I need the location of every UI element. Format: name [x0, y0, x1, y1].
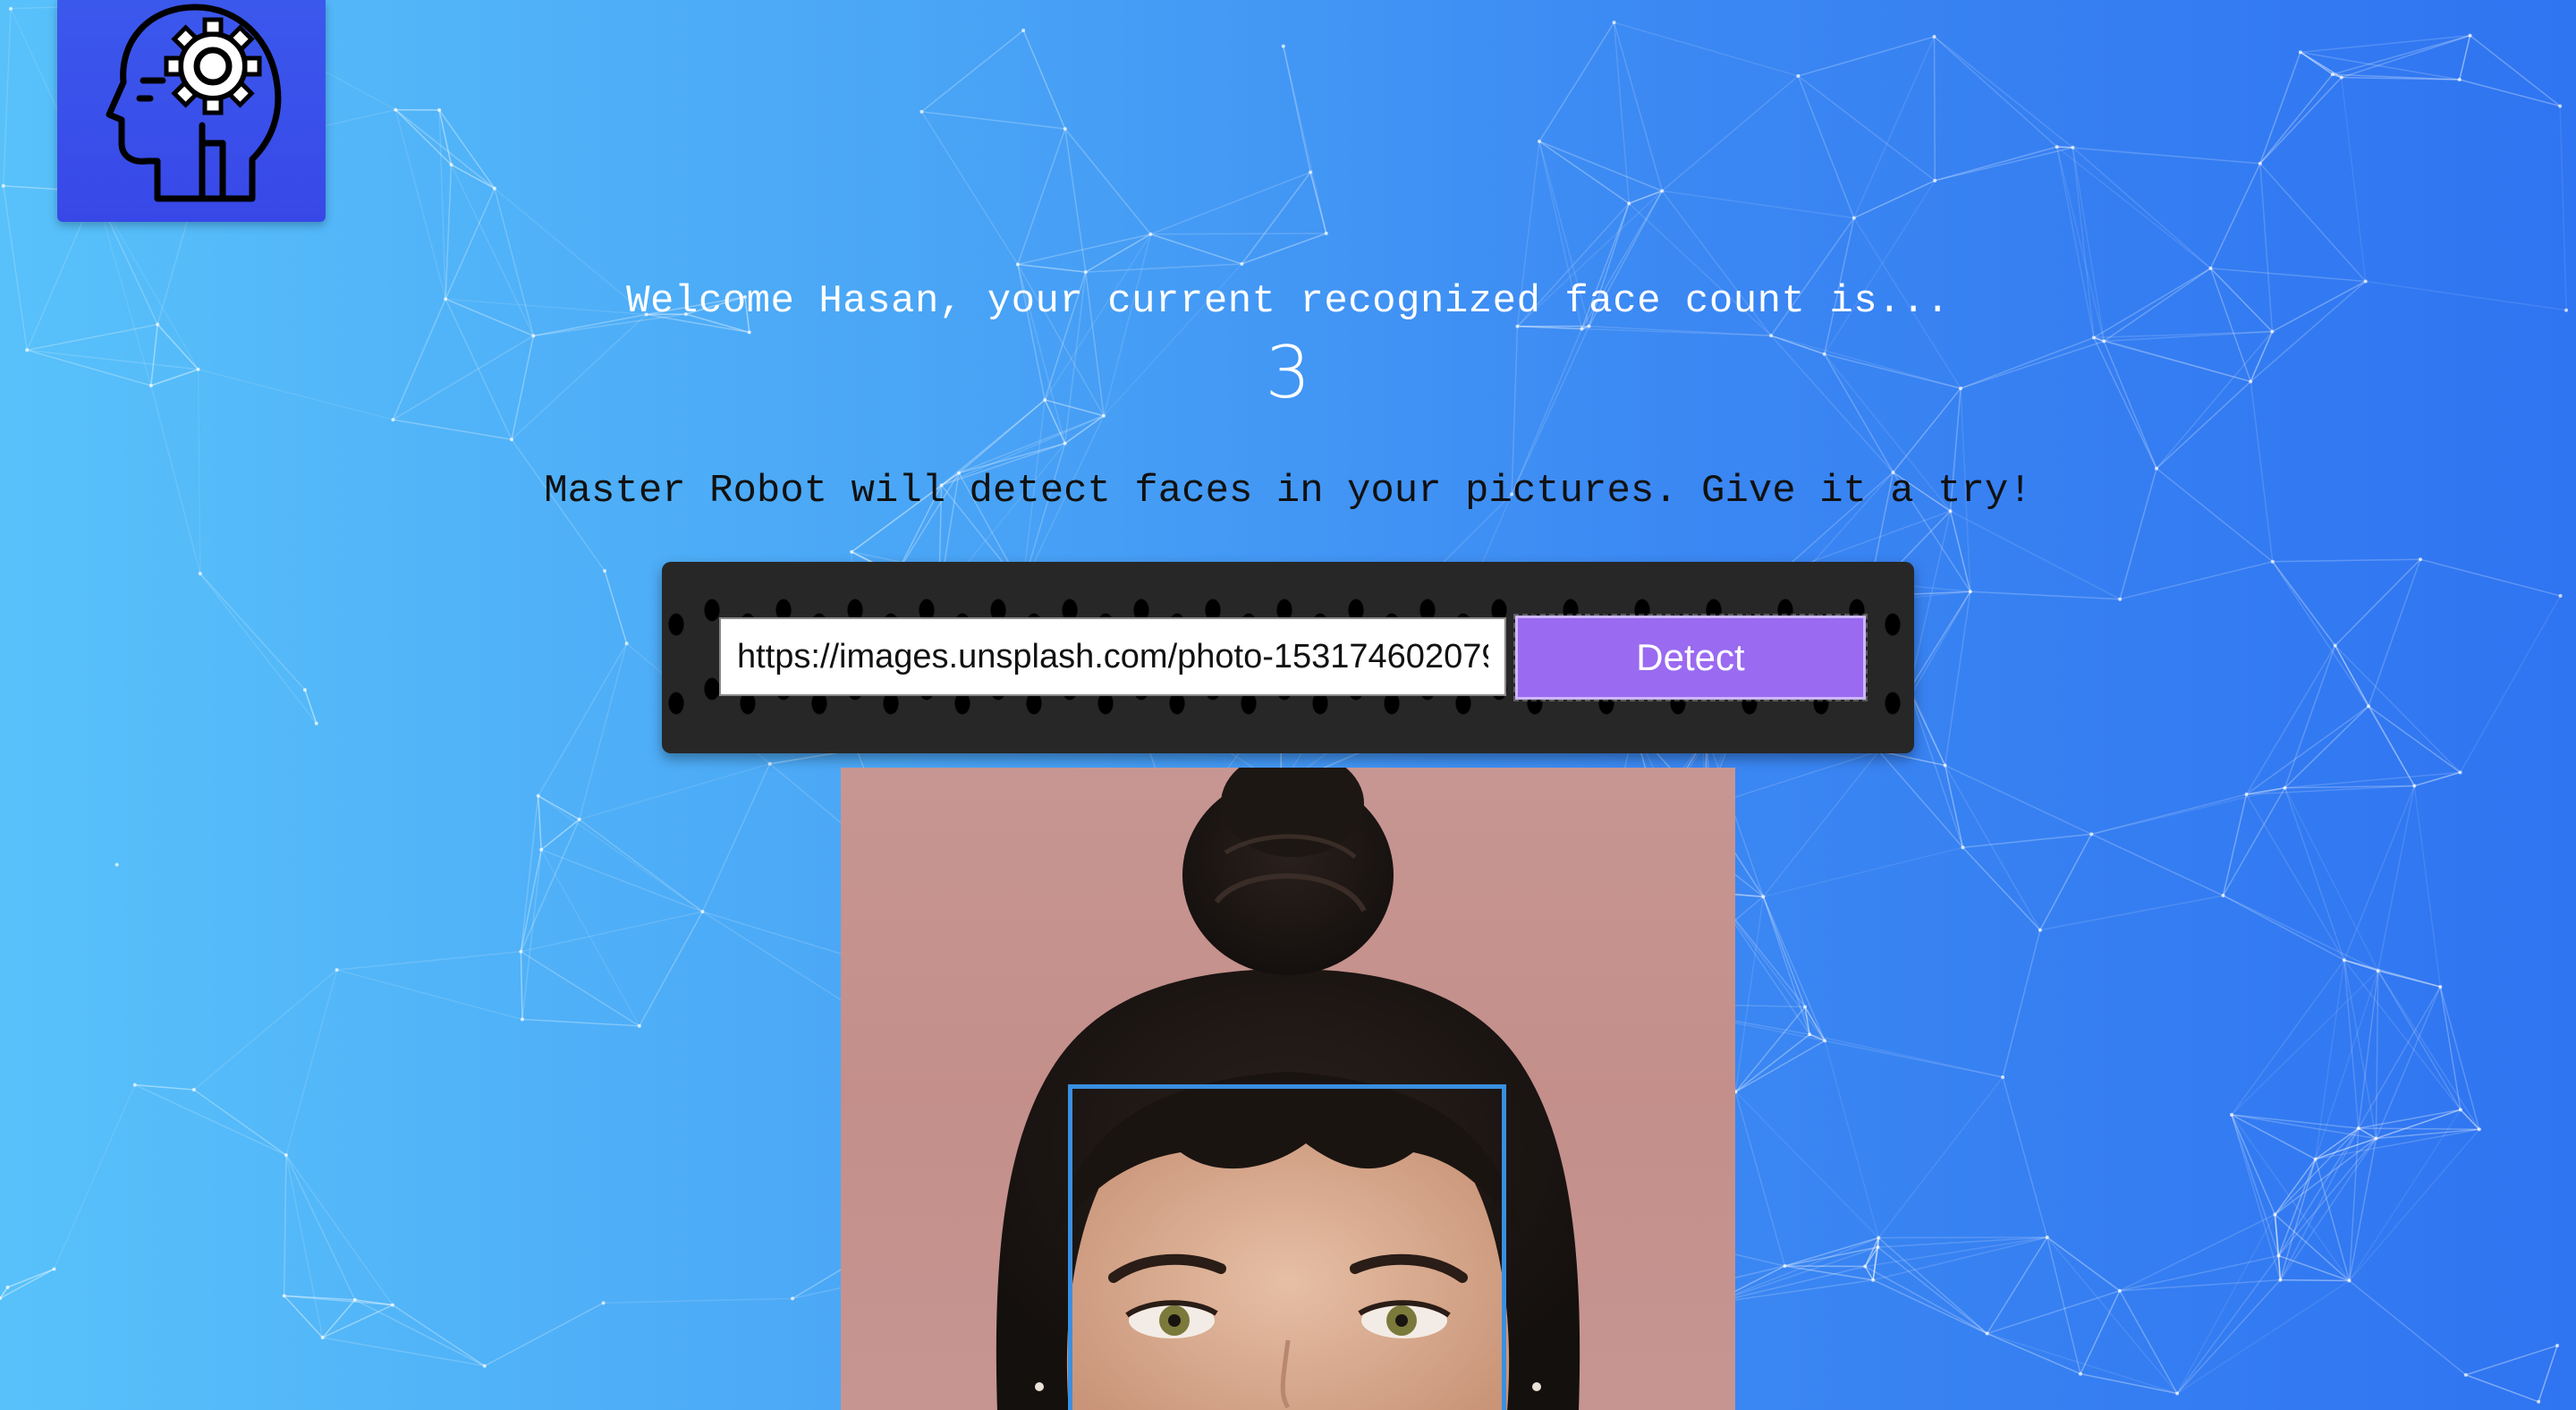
welcome-message: Welcome Hasan, your current recognized f…	[626, 279, 1950, 324]
app-logo[interactable]	[57, 0, 326, 222]
image-url-input[interactable]	[719, 617, 1506, 696]
detect-button[interactable]: Detect	[1513, 614, 1868, 701]
head-gear-icon	[106, 4, 282, 202]
tagline: Master Robot will detect faces in your p…	[544, 469, 2032, 514]
face-bounding-box	[1068, 1084, 1506, 1410]
face-count: 3	[1265, 331, 1311, 414]
image-link-form: Detect	[662, 562, 1914, 753]
input-image	[841, 768, 1735, 1410]
